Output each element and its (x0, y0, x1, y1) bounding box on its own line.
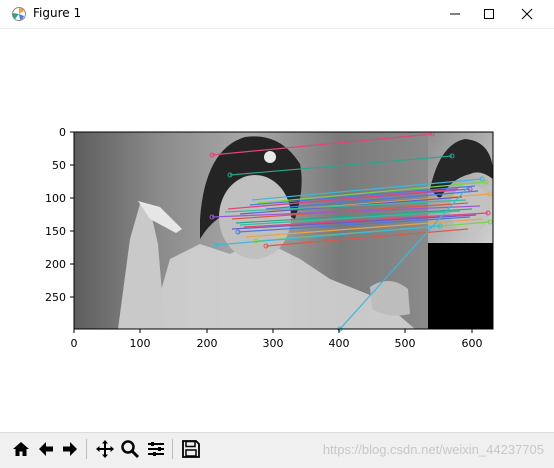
y-tick-label: 0 (59, 126, 66, 139)
image-main (74, 132, 428, 329)
image-secondary (428, 132, 493, 329)
save-button[interactable] (180, 437, 202, 461)
home-button[interactable] (10, 437, 32, 461)
back-button[interactable] (35, 437, 57, 461)
plot-svg: 0 100 200 300 400 500 600 0 50 100 150 2… (45, 126, 494, 350)
y-tick-label: 200 (45, 258, 66, 271)
back-icon (39, 442, 53, 456)
watermark-text: https://blog.csdn.net/weixin_44237705 (322, 442, 544, 457)
configure-subplots-button[interactable] (145, 437, 167, 461)
matplotlib-logo-icon (12, 7, 26, 21)
toolbar-separator (172, 439, 173, 459)
home-icon (13, 442, 29, 456)
y-tick-label: 250 (45, 291, 66, 304)
y-axis (70, 131, 74, 298)
pan-button[interactable] (94, 437, 116, 461)
maximize-icon (484, 9, 494, 19)
navigation-toolbar: https://blog.csdn.net/weixin_44237705 (0, 432, 554, 468)
minimize-button[interactable] (437, 0, 473, 28)
save-icon (182, 440, 200, 458)
window-title: Figure 1 (33, 6, 82, 20)
forward-icon (63, 442, 77, 456)
zoom-button[interactable] (119, 437, 141, 461)
x-tick-label: 100 (130, 337, 151, 350)
x-axis (73, 329, 473, 333)
minimize-icon (450, 13, 460, 15)
toolbar-separator (86, 439, 87, 459)
forward-button[interactable] (59, 437, 81, 461)
y-tick-label: 100 (45, 192, 66, 205)
maximize-button[interactable] (471, 0, 507, 28)
x-tick-label: 200 (197, 337, 218, 350)
figure-canvas[interactable]: 0 100 200 300 400 500 600 0 50 100 150 2… (0, 29, 554, 429)
close-icon (521, 8, 533, 20)
x-tick-label: 500 (395, 337, 416, 350)
x-tick-label: 0 (71, 337, 78, 350)
y-tick-label: 50 (52, 159, 66, 172)
x-tick-label: 400 (329, 337, 350, 350)
configure-subplots-icon (148, 442, 164, 456)
pan-icon (96, 440, 114, 458)
window-titlebar: Figure 1 (0, 0, 554, 29)
zoom-icon (121, 440, 140, 459)
y-tick-label: 150 (45, 225, 66, 238)
x-tick-label: 300 (263, 337, 284, 350)
x-tick-label: 600 (462, 337, 483, 350)
close-button[interactable] (509, 0, 545, 28)
